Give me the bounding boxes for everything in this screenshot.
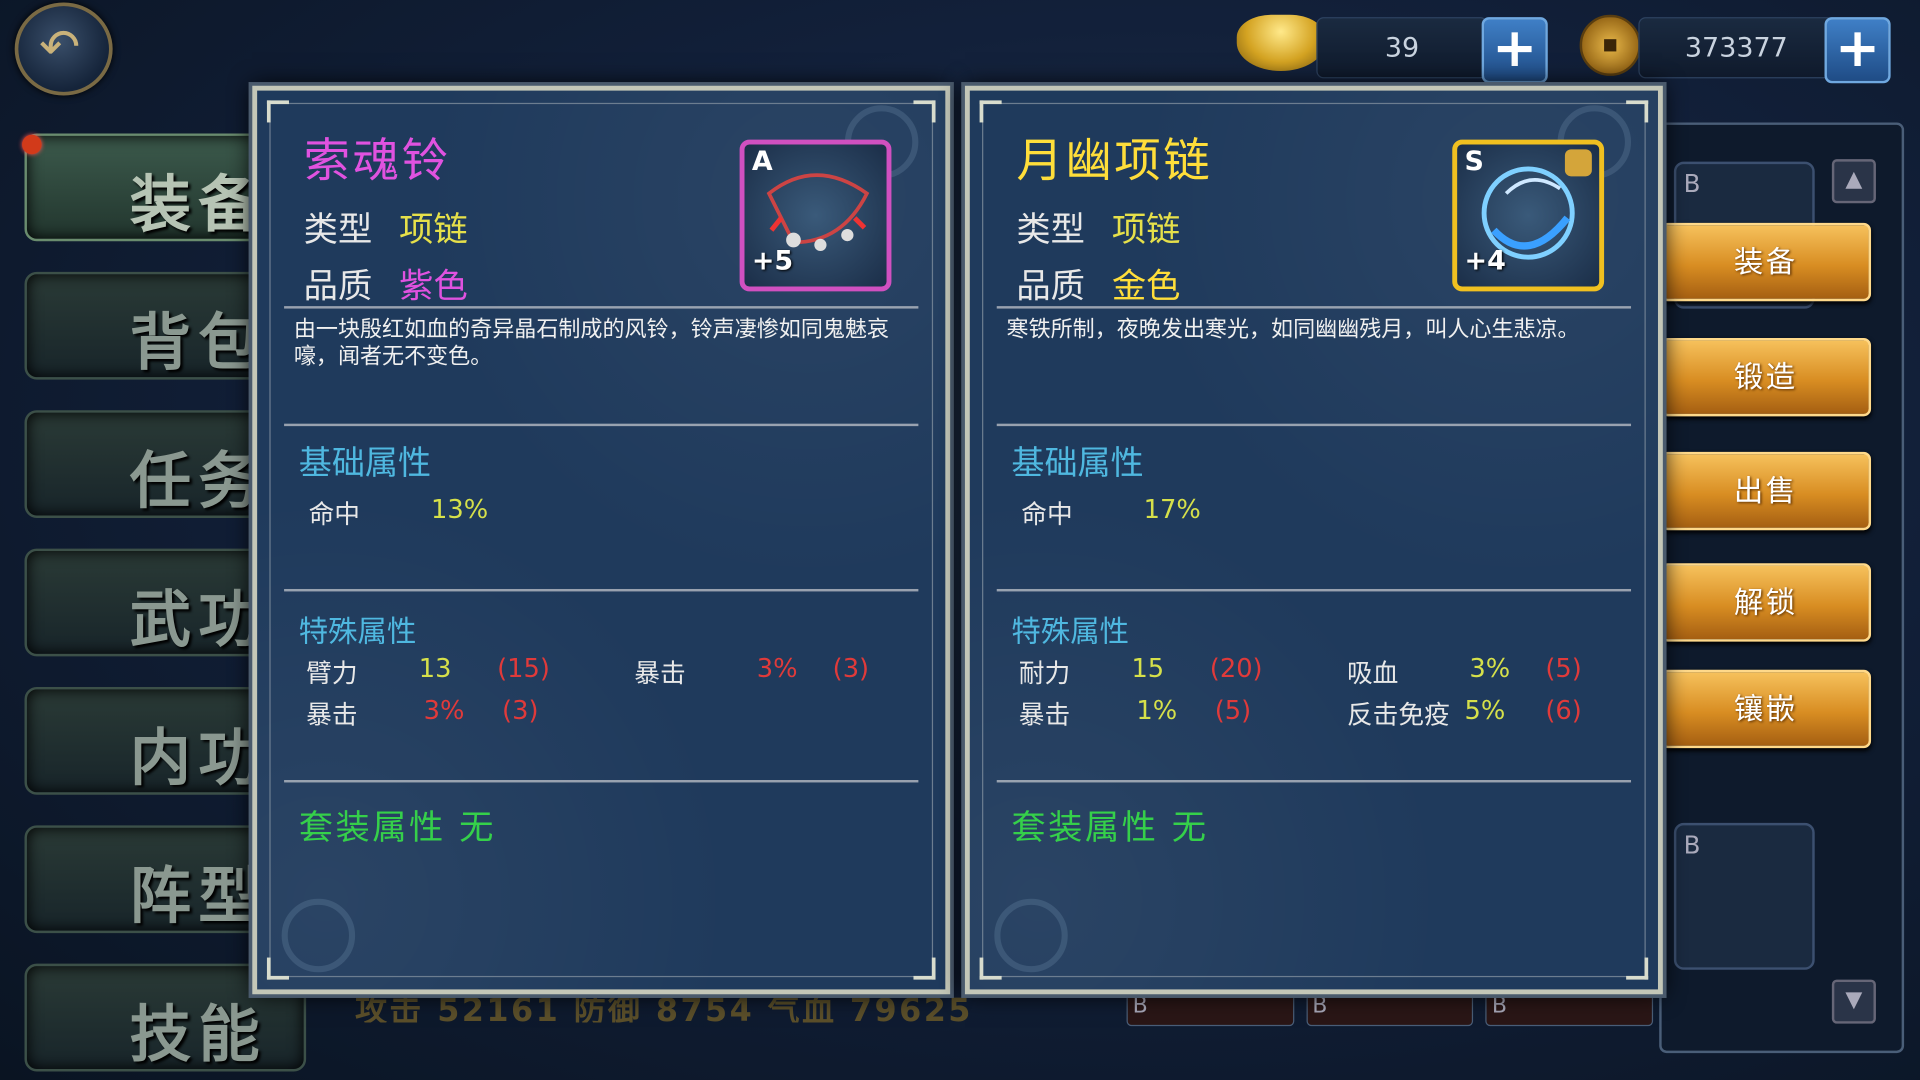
- inventory-slot[interactable]: B: [1485, 991, 1654, 1027]
- attr-label: 命中: [308, 499, 361, 529]
- inventory-bottom-row: B B B: [1126, 991, 1654, 1027]
- enhance-level: +5: [751, 246, 794, 277]
- attr-max: (6): [1545, 695, 1582, 725]
- necklace-item-icon[interactable]: A +5: [739, 139, 892, 292]
- attr-label: 臂力: [306, 658, 358, 689]
- back-button[interactable]: ↶: [14, 2, 113, 96]
- item-description: 由一块殷红如血的奇异晶石制成的风铃，铃声凄惨如同鬼魅哀嚎，闻者无不变色。: [293, 317, 889, 370]
- quality-value: 金色: [1111, 265, 1181, 307]
- special-attributes-title: 特殊属性: [298, 614, 417, 649]
- attr-value: 3%: [756, 653, 798, 684]
- set-attributes: 套装属性 无: [1011, 806, 1209, 848]
- nav-label: 任务: [129, 445, 267, 517]
- attr-label: 命中: [1021, 499, 1073, 529]
- type-label: 类型: [303, 209, 373, 250]
- nav-label: 武功: [129, 584, 267, 656]
- attr-value: 13%: [431, 494, 489, 525]
- copper-coin-icon: [1579, 14, 1641, 76]
- item-detail-panel-right: 月幽项链 类型 项链 品质 金色 S +4 寒铁所制，夜晚发出寒光，如同幽幽残月…: [964, 85, 1663, 995]
- base-attributes-title: 基础属性: [1011, 444, 1144, 483]
- attr-value: 17%: [1143, 494, 1201, 525]
- base-attributes-title: 基础属性: [298, 444, 432, 483]
- nav-label: 背包: [129, 307, 267, 379]
- item-grade: S: [1464, 146, 1484, 178]
- attr-value: 13: [418, 653, 452, 684]
- lock-icon: [1564, 149, 1592, 177]
- type-label: 类型: [1016, 209, 1085, 250]
- inventory-slot[interactable]: B: [1306, 991, 1474, 1027]
- quality-label: 品质: [303, 265, 373, 307]
- enhance-level: +4: [1464, 246, 1506, 277]
- equip-button[interactable]: 装备: [1660, 222, 1872, 302]
- nav-label: 技能: [129, 999, 267, 1071]
- inventory-slot[interactable]: B: [1126, 991, 1294, 1027]
- back-arrow-icon: ↶: [39, 19, 81, 76]
- item-detail-panel-left: 索魂铃 类型 项链 品质 紫色 A +5 由一块殷红如血的奇异晶石制成的风铃，铃…: [252, 85, 951, 995]
- attr-max: (3): [832, 653, 870, 684]
- forge-button[interactable]: 锻造: [1660, 337, 1872, 417]
- attr-label: 暴击: [1018, 700, 1071, 730]
- slot-grade: B: [1683, 830, 1701, 860]
- sell-button[interactable]: 出售: [1660, 451, 1872, 531]
- scroll-down-button[interactable]: ▼: [1831, 979, 1876, 1024]
- type-value: 项链: [1111, 209, 1181, 250]
- nav-label: 装备: [129, 168, 267, 241]
- attr-max: (15): [497, 653, 550, 684]
- necklace-item-icon[interactable]: S +4: [1452, 139, 1605, 292]
- item-name: 月幽项链: [1016, 133, 1213, 188]
- attr-label: 反击免疫: [1346, 700, 1450, 730]
- item-grade: A: [751, 146, 773, 178]
- inlay-button[interactable]: 镶嵌: [1660, 669, 1872, 749]
- scroll-up-button[interactable]: ▲: [1831, 159, 1876, 204]
- attr-value: 15: [1131, 653, 1165, 684]
- special-attributes-title: 特殊属性: [1011, 614, 1129, 649]
- item-name: 索魂铃: [303, 133, 451, 188]
- quality-label: 品质: [1016, 265, 1085, 307]
- add-ingot-button[interactable]: +: [1481, 17, 1548, 84]
- attr-max: (20): [1209, 653, 1263, 684]
- attr-max: (5): [1214, 695, 1252, 725]
- attr-label: 暴击: [634, 658, 686, 689]
- attr-max: (5): [1545, 653, 1582, 684]
- game-screen: ↶ 39 + 373377 + 装备 背包 任务 武功 内功 阵型 技能 攻击 …: [0, 0, 1920, 1080]
- add-coin-button[interactable]: +: [1824, 17, 1891, 84]
- type-value: 项链: [399, 209, 468, 250]
- attr-label: 暴击: [306, 700, 358, 730]
- attr-value: 3%: [1469, 653, 1511, 684]
- attr-max: (3): [502, 695, 539, 725]
- attr-value: 1%: [1136, 695, 1178, 725]
- set-attributes: 套装属性 无: [298, 806, 496, 848]
- unlock-button[interactable]: 解锁: [1660, 563, 1872, 642]
- slot-grade: B: [1683, 168, 1701, 199]
- attr-label: 吸血: [1346, 658, 1399, 689]
- nav-label: 阵型: [129, 860, 267, 932]
- inventory-slot[interactable]: B: [1673, 822, 1815, 970]
- attr-value: 3%: [423, 695, 465, 725]
- ingot-count: 39: [1316, 17, 1488, 79]
- attr-value: 5%: [1464, 695, 1506, 725]
- item-description: 寒铁所制，夜晚发出寒光，如同幽幽残月，叫人心生悲凉。: [1006, 317, 1580, 343]
- quality-value: 紫色: [399, 265, 468, 307]
- gold-ingot-icon: [1236, 14, 1325, 72]
- notification-dot: [22, 134, 42, 155]
- nav-label: 内功: [129, 722, 267, 794]
- attr-label: 耐力: [1018, 658, 1071, 689]
- coin-count: 373377: [1638, 17, 1835, 79]
